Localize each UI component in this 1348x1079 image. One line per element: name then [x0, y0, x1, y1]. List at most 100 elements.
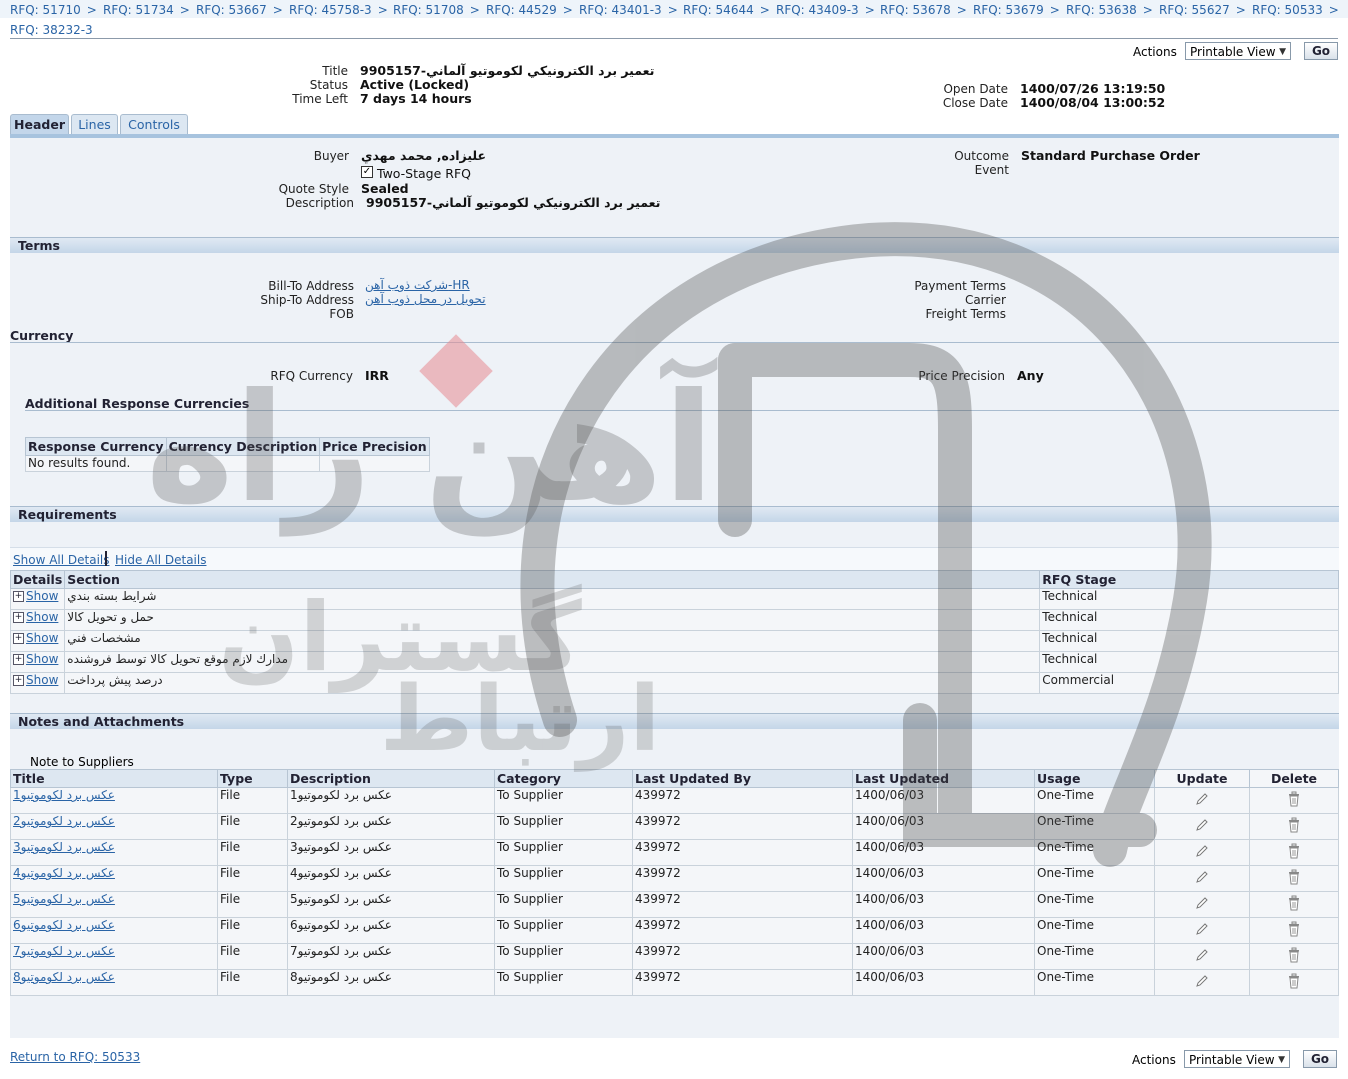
trash-icon[interactable] [1287, 895, 1301, 914]
update-cell [1154, 813, 1250, 840]
return-link[interactable]: Return to RFQ: 50533 [10, 1050, 140, 1064]
bill-to-link[interactable]: شركت ذوب آهن-HR [365, 278, 470, 292]
breadcrumb-link[interactable]: RFQ: 55627 [1159, 3, 1230, 17]
breadcrumb-link[interactable]: RFQ: 50533 [1252, 3, 1323, 17]
description-cell: عكس برد لكوموتيو5 [287, 891, 495, 918]
category-cell: To Supplier [494, 813, 633, 840]
breadcrumb-item[interactable]: RFQ: 51708 > [393, 3, 480, 17]
pencil-icon[interactable] [1195, 819, 1209, 835]
show-link[interactable]: Show [26, 610, 58, 624]
expand-icon[interactable]: + [13, 675, 24, 686]
col-last-updated: Last Updated [852, 769, 1035, 788]
trash-icon[interactable] [1287, 791, 1301, 810]
show-link[interactable]: Show [26, 673, 58, 687]
breadcrumb-item[interactable]: RFQ: 43401-3 > [579, 3, 678, 17]
attachment-link[interactable]: عكس برد لكوموتيو3 [13, 840, 115, 854]
breadcrumb-link[interactable]: RFQ: 45758-3 [289, 3, 372, 17]
actions-select[interactable]: Printable View ▼ [1185, 42, 1291, 60]
breadcrumb-item[interactable]: RFQ: 44529 > [486, 3, 573, 17]
breadcrumb-item[interactable]: RFQ: 45758-3 > [289, 3, 388, 17]
col-category: Category [494, 769, 633, 788]
expand-icon[interactable]: + [13, 612, 24, 623]
delete-cell [1249, 865, 1339, 892]
trash-icon[interactable] [1287, 947, 1301, 966]
attachment-link[interactable]: عكس برد لكوموتيو5 [13, 892, 115, 906]
tab-lines[interactable]: Lines [71, 114, 118, 134]
last-updated-by-cell: 439972 [632, 813, 853, 840]
hide-all-details-link[interactable]: Hide All Details [115, 553, 206, 567]
stage-cell: Technical [1039, 651, 1339, 673]
breadcrumb-link[interactable]: RFQ: 51708 [393, 3, 464, 17]
col-currency-description: Currency Description [165, 437, 321, 456]
breadcrumb-link[interactable]: RFQ: 51710 [10, 3, 81, 17]
note-to-suppliers-label: Note to Suppliers [30, 755, 134, 769]
breadcrumb-link[interactable]: RFQ: 53667 [196, 3, 267, 17]
last-updated-by-cell: 439972 [632, 969, 853, 996]
pencil-icon[interactable] [1195, 897, 1209, 913]
ship-to-link[interactable]: تحويل در محل ذوب آهن [365, 292, 486, 306]
section-cell: درصد پيش پرداخت [64, 672, 1041, 694]
breadcrumb-item[interactable]: RFQ: 51734 > [103, 3, 190, 17]
attachment-link[interactable]: عكس برد لكوموتيو8 [13, 970, 115, 984]
breadcrumb-link[interactable]: RFQ: 44529 [486, 3, 557, 17]
buyer-value: عليزاده, محمد مهدي [361, 148, 487, 163]
pencil-icon[interactable] [1195, 923, 1209, 939]
breadcrumb-link[interactable]: RFQ: 51734 [103, 3, 174, 17]
trash-icon[interactable] [1287, 921, 1301, 940]
pencil-icon[interactable] [1195, 949, 1209, 965]
breadcrumb-item[interactable]: RFQ: 53679 > [973, 3, 1060, 17]
breadcrumb-link[interactable]: RFQ: 54644 [683, 3, 754, 17]
two-stage-checkbox[interactable]: ✓ [361, 166, 373, 178]
breadcrumb-item[interactable]: RFQ: 55627 > [1159, 3, 1246, 17]
breadcrumb-item[interactable]: RFQ: 53678 > [880, 3, 967, 17]
update-cell [1154, 969, 1250, 996]
show-link[interactable]: Show [26, 589, 58, 603]
pencil-icon[interactable] [1195, 975, 1209, 991]
trash-icon[interactable] [1287, 973, 1301, 992]
breadcrumb-item[interactable]: RFQ: 53667 > [196, 3, 283, 17]
pencil-icon[interactable] [1195, 793, 1209, 809]
actions-select-value: Printable View [1189, 1053, 1275, 1067]
breadcrumb-link[interactable]: RFQ: 43401-3 [579, 3, 662, 17]
tab-header[interactable]: Header [10, 114, 69, 134]
breadcrumb-item[interactable]: RFQ: 51710 > [10, 3, 97, 17]
breadcrumb-item[interactable]: RFQ: 50533 > [1252, 3, 1339, 17]
pencil-icon[interactable] [1195, 845, 1209, 861]
breadcrumb-link[interactable]: RFQ: 53638 [1066, 3, 1137, 17]
actions-select-bottom[interactable]: Printable View ▼ [1184, 1050, 1290, 1068]
breadcrumb-link[interactable]: RFQ: 53679 [973, 3, 1044, 17]
attachment-link[interactable]: عكس برد لكوموتيو1 [13, 788, 115, 802]
breadcrumb-separator: > [469, 3, 480, 17]
title-cell: عكس برد لكوموتيو4 [10, 865, 218, 892]
type-cell: File [217, 917, 288, 944]
pencil-icon[interactable] [1195, 871, 1209, 887]
breadcrumb-link[interactable]: RFQ: 43409-3 [776, 3, 859, 17]
breadcrumb-item[interactable]: RFQ: 43409-3 > [776, 3, 875, 17]
last-updated-by-cell: 439972 [632, 787, 853, 814]
last-updated-by-cell: 439972 [632, 917, 853, 944]
show-link[interactable]: Show [26, 652, 58, 666]
open-date-value: 1400/07/26 13:19:50 [1020, 81, 1166, 96]
stage-cell: Technical [1039, 630, 1339, 652]
breadcrumb-link[interactable]: RFQ: 53678 [880, 3, 951, 17]
go-button-bottom[interactable]: Go [1303, 1050, 1337, 1068]
col-update: Update [1154, 769, 1250, 788]
trash-icon[interactable] [1287, 817, 1301, 836]
trash-icon[interactable] [1287, 869, 1301, 888]
attachment-link[interactable]: عكس برد لكوموتيو6 [13, 918, 115, 932]
attachment-link[interactable]: عكس برد لكوموتيو7 [13, 944, 115, 958]
breadcrumb-item[interactable]: RFQ: 53638 > [1066, 3, 1153, 17]
expand-icon[interactable]: + [13, 633, 24, 644]
tab-controls[interactable]: Controls [120, 114, 188, 134]
breadcrumb-item[interactable]: RFQ: 54644 > [683, 3, 770, 17]
trash-icon[interactable] [1287, 843, 1301, 862]
show-all-details-link[interactable]: Show All Details [13, 553, 110, 567]
go-button[interactable]: Go [1304, 42, 1338, 60]
attachment-link[interactable]: عكس برد لكوموتيو4 [13, 866, 115, 880]
title-cell: عكس برد لكوموتيو2 [10, 813, 218, 840]
attachment-link[interactable]: عكس برد لكوموتيو2 [13, 814, 115, 828]
section-cell: مدارك لازم موقع تحويل كالا توسط فروشنده [64, 651, 1041, 673]
show-link[interactable]: Show [26, 631, 58, 645]
expand-icon[interactable]: + [13, 591, 24, 602]
expand-icon[interactable]: + [13, 654, 24, 665]
